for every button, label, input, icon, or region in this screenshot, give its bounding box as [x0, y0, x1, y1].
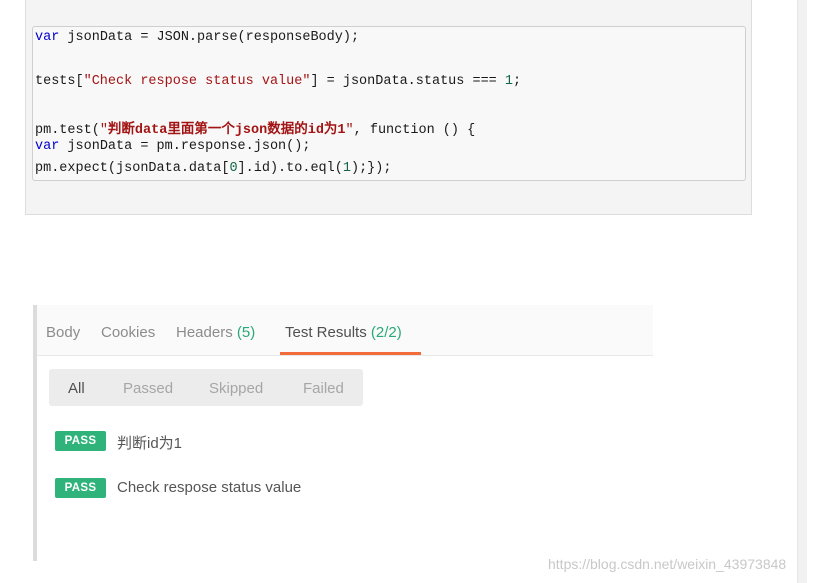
- code-text: , function () {: [353, 123, 476, 138]
- test-results-count: (2/2): [370, 324, 402, 341]
- code-line-2: tests["Check respose status value"] = js…: [35, 74, 521, 89]
- page-scrollbar[interactable]: [797, 0, 807, 583]
- number-literal: 1: [504, 74, 513, 89]
- code-text: ].id).to.eql(: [237, 161, 343, 176]
- number-literal: 1: [342, 161, 351, 176]
- code-text: );});: [350, 161, 392, 176]
- code-text: pm.test(: [35, 123, 100, 138]
- number-literal: 0: [229, 161, 238, 176]
- filter-failed[interactable]: Failed: [303, 380, 344, 397]
- code-text: ] = jsonData.status ===: [310, 74, 505, 89]
- test-name: 判断id为1: [117, 435, 183, 452]
- code-text: ;: [513, 74, 522, 89]
- tab-test-results-label: Test Results: [285, 324, 367, 341]
- code-line-4: var jsonData = pm.response.json();: [35, 139, 310, 154]
- string-literal: 判断data里面第一个json数据的id为1: [107, 123, 346, 138]
- tab-test-results[interactable]: Test Results (2/2): [285, 324, 402, 341]
- code-line-3: pm.test("判断data里面第一个json数据的id为1", functi…: [35, 117, 475, 138]
- filter-all[interactable]: All: [68, 380, 85, 397]
- code-text: tests[: [35, 74, 84, 89]
- result-filter-group: All Passed Skipped Failed: [49, 369, 363, 406]
- code-line-1: var jsonData = JSON.parse(responseBody);: [35, 30, 359, 45]
- tab-body[interactable]: Body: [46, 324, 80, 341]
- tab-headers[interactable]: Headers (5): [176, 324, 255, 341]
- string-quote: ": [345, 123, 354, 138]
- watermark: https://blog.csdn.net/weixin_43973848: [548, 556, 787, 572]
- headers-count: (5): [236, 324, 256, 341]
- code-text: jsonData = JSON.parse(responseBody);: [59, 30, 360, 45]
- tab-cookies[interactable]: Cookies: [101, 324, 155, 341]
- active-tab-indicator: [280, 352, 421, 355]
- test-name: Check respose status value: [117, 479, 302, 496]
- response-tabbar: Body Cookies Headers (5) Test Results (2…: [37, 305, 653, 356]
- code-block: var jsonData = JSON.parse(responseBody);…: [32, 26, 746, 181]
- string-literal: "Check respose status value": [83, 74, 311, 89]
- code-line-5: pm.expect(jsonData.data[0].id).to.eql(1)…: [35, 161, 392, 176]
- pass-badge: PASS: [55, 478, 106, 498]
- code-text: pm.expect(jsonData.data[: [35, 161, 230, 176]
- response-panel: Body Cookies Headers (5) Test Results (2…: [33, 305, 657, 561]
- string-quote: ": [99, 123, 108, 138]
- keyword: var: [35, 30, 60, 45]
- filter-passed[interactable]: Passed: [123, 380, 173, 397]
- code-text: jsonData = pm.response.json();: [59, 139, 311, 154]
- pass-badge: PASS: [55, 431, 106, 451]
- filter-skipped[interactable]: Skipped: [209, 380, 263, 397]
- tab-headers-label: Headers: [176, 324, 233, 341]
- code-block-panel: var jsonData = JSON.parse(responseBody);…: [25, 0, 752, 215]
- keyword: var: [35, 139, 60, 154]
